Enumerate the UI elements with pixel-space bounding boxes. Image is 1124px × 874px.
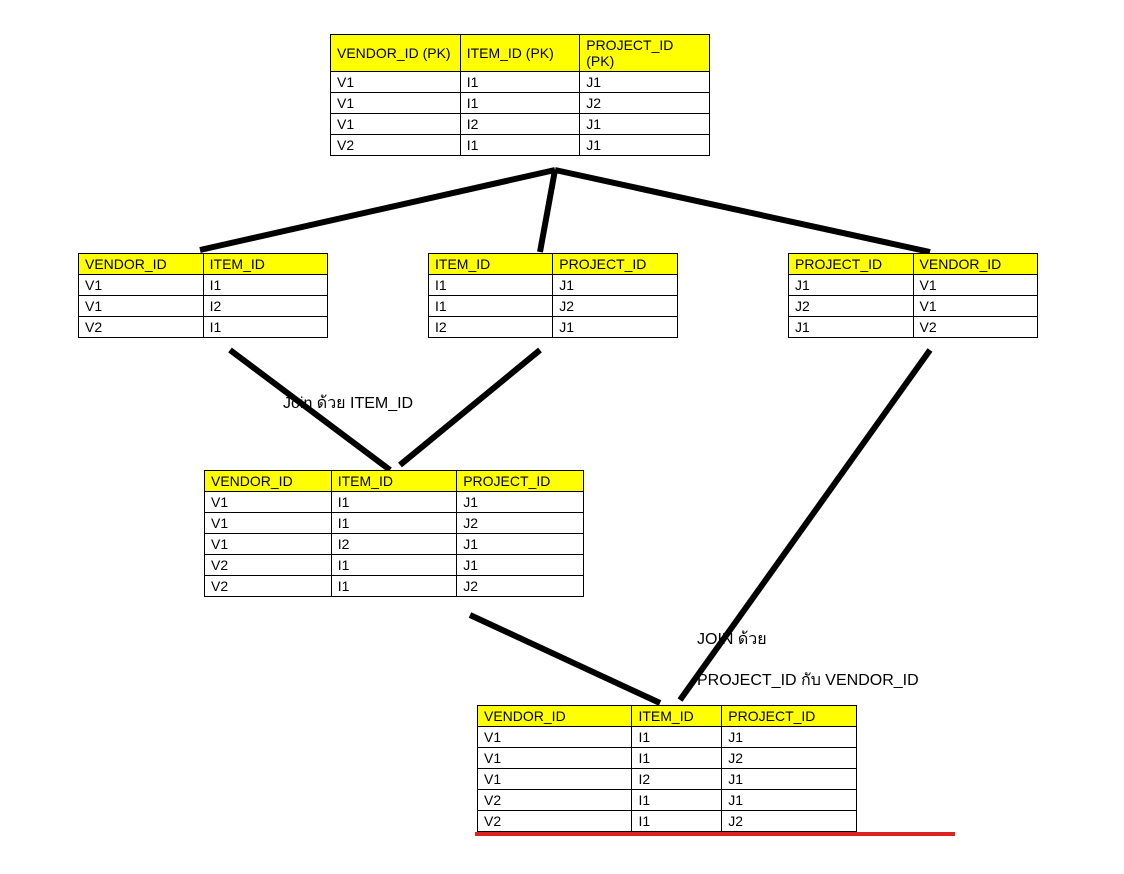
- label-join-proj-line1: JOIN ด้วย: [697, 627, 767, 652]
- table-row: V1I1J1: [478, 727, 857, 748]
- col-header: PROJECT_ID: [457, 471, 584, 492]
- table-row: J1V1: [789, 275, 1038, 296]
- table-row: V1I1J1: [205, 492, 584, 513]
- table-row: I2J1: [429, 317, 678, 338]
- col-header: VENDOR_ID (PK): [331, 35, 461, 72]
- table-row: V1I1J1: [331, 72, 710, 93]
- table-row: V1I2J1: [478, 769, 857, 790]
- col-header: PROJECT_ID: [789, 254, 914, 275]
- table-row: V2I1J1: [205, 555, 584, 576]
- table-row: V2I1J2: [478, 811, 857, 832]
- label-join-item: Join ด้วย ITEM_ID: [283, 391, 413, 416]
- col-header: ITEM_ID: [632, 706, 722, 727]
- col-header: VENDOR_ID: [79, 254, 204, 275]
- table-row: V1I2: [79, 296, 328, 317]
- table-row: I1J2: [429, 296, 678, 317]
- table-row: V1I1J2: [478, 748, 857, 769]
- col-header: ITEM_ID (PK): [460, 35, 580, 72]
- col-header: PROJECT_ID (PK): [580, 35, 710, 72]
- table-parent: VENDOR_ID (PK) ITEM_ID (PK) PROJECT_ID (…: [330, 34, 710, 156]
- col-header: ITEM_ID: [429, 254, 553, 275]
- table-row: V1I1J2: [331, 93, 710, 114]
- table-row: V1I1J2: [205, 513, 584, 534]
- table-row: V2I1J2: [205, 576, 584, 597]
- table-item-project: ITEM_ID PROJECT_ID I1J1 I1J2 I2J1: [428, 253, 678, 338]
- table-row: J1V2: [789, 317, 1038, 338]
- col-header: PROJECT_ID: [553, 254, 678, 275]
- col-header: PROJECT_ID: [722, 706, 857, 727]
- table-row: J2V1: [789, 296, 1038, 317]
- table-project-vendor: PROJECT_ID VENDOR_ID J1V1 J2V1 J1V2: [788, 253, 1038, 338]
- table-row: V2I1J1: [478, 790, 857, 811]
- label-join-proj-line2: PROJECT_ID กับ VENDOR_ID: [697, 668, 919, 693]
- col-header: ITEM_ID: [331, 471, 457, 492]
- table-join1: VENDOR_ID ITEM_ID PROJECT_ID V1I1J1 V1I1…: [204, 470, 584, 597]
- table-vendor-item: VENDOR_ID ITEM_ID V1I1 V1I2 V2I1: [78, 253, 328, 338]
- col-header: VENDOR_ID: [913, 254, 1037, 275]
- table-join2: VENDOR_ID ITEM_ID PROJECT_ID V1I1J1 V1I1…: [477, 705, 857, 832]
- col-header: VENDOR_ID: [205, 471, 332, 492]
- table-row: V2I1J1: [331, 135, 710, 156]
- col-header: ITEM_ID: [203, 254, 327, 275]
- table-row: V2I1: [79, 317, 328, 338]
- table-row: I1J1: [429, 275, 678, 296]
- table-row: V1I2J1: [331, 114, 710, 135]
- col-header: VENDOR_ID: [478, 706, 632, 727]
- table-row: V1I1: [79, 275, 328, 296]
- table-row: V1I2J1: [205, 534, 584, 555]
